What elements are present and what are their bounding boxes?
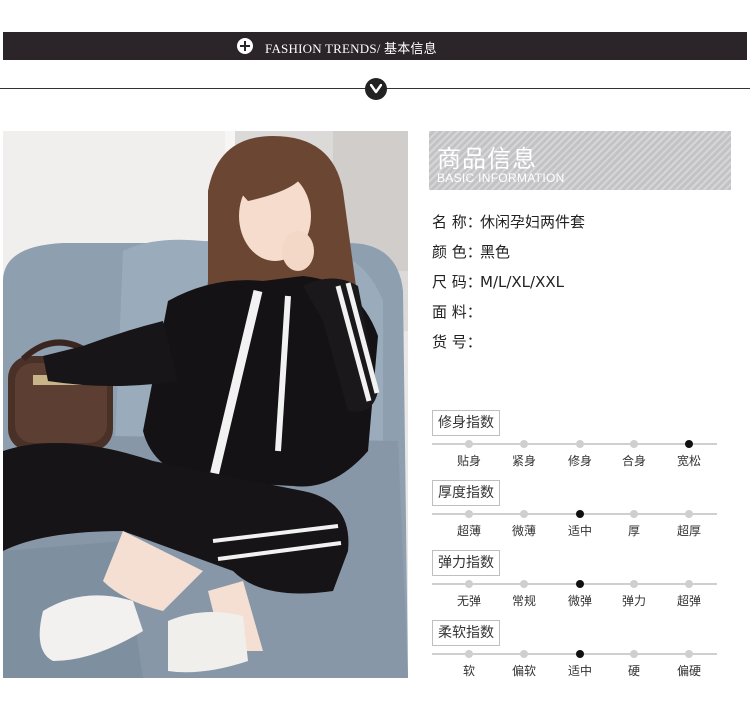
scale-dot [520, 440, 528, 448]
scale-option: 偏软 [511, 664, 536, 678]
attribute-key: 颜 色： [432, 243, 482, 261]
scale-option: 微弹 [567, 594, 592, 608]
scale-option: 无弹 [456, 594, 481, 608]
attribute-key: 名 称： [432, 213, 482, 231]
scale-option: 适中 [567, 524, 592, 538]
attribute-key: 面 料： [432, 303, 482, 321]
basic-info-header: 商品信息 BASIC INFORMATION [429, 131, 731, 190]
plus-circle-icon [237, 38, 253, 54]
scale-option: 超弹 [676, 594, 701, 608]
scale-label: 厚度指数 [432, 480, 500, 506]
attribute-key: 货 号： [432, 333, 482, 351]
scale-dot [465, 580, 473, 588]
scale-option: 硬 [627, 664, 640, 678]
scale-fit: 修身指数 贴身 紧身 修身 合身 宽松 [432, 410, 717, 468]
attribute-value: 休闲孕妇两件套 [480, 213, 586, 231]
section-banner: FASHION TRENDS/ 基本信息 [3, 32, 747, 60]
product-photo [3, 131, 408, 678]
scale-option: 软 [462, 664, 475, 678]
scale-label: 弹力指数 [432, 550, 500, 576]
scale-dot [685, 580, 693, 588]
scale-dot [465, 650, 473, 658]
attribute-value: 黑色 [480, 243, 511, 261]
attribute-row: 尺 码：M/L/XL/XXL [432, 272, 585, 302]
scale-dot [630, 510, 638, 518]
scale-option: 弹力 [621, 594, 646, 608]
scale-option: 适中 [567, 664, 592, 678]
attribute-value: M/L/XL/XXL [480, 273, 565, 291]
banner-title: FASHION TRENDS/ 基本信息 [265, 41, 437, 56]
scale-softness: 柔软指数 软 偏软 适中 硬 偏硬 [432, 620, 717, 678]
scale-thickness: 厚度指数 超薄 微薄 适中 厚 超厚 [432, 480, 717, 538]
scale-option: 紧身 [511, 454, 536, 468]
scale-track [432, 653, 717, 655]
scale-option: 宽松 [676, 454, 701, 468]
scale-dot [685, 650, 693, 658]
scale-option: 合身 [621, 454, 646, 468]
attribute-key: 尺 码： [432, 273, 482, 291]
scale-option: 修身 [567, 454, 592, 468]
scale-dot [576, 510, 584, 518]
header-title-en: BASIC INFORMATION [437, 171, 565, 185]
scale-track [432, 583, 717, 585]
scale-dot [630, 440, 638, 448]
scale-option: 常规 [511, 594, 536, 608]
scale-dot [630, 650, 638, 658]
scale-elasticity: 弹力指数 无弹 常规 微弹 弹力 超弹 [432, 550, 717, 608]
header-title-cn: 商品信息 [437, 145, 537, 173]
scale-option: 微薄 [511, 524, 536, 538]
attribute-row: 面 料： [432, 302, 585, 332]
scale-dot [685, 440, 693, 448]
scale-track [432, 513, 717, 515]
scale-track [432, 443, 717, 445]
scale-dot [520, 580, 528, 588]
scale-dot [465, 510, 473, 518]
scale-dot [685, 510, 693, 518]
attribute-row: 货 号： [432, 332, 585, 362]
scale-dot [576, 650, 584, 658]
scale-dot [576, 440, 584, 448]
scale-dot [576, 580, 584, 588]
chevron-down-icon [365, 78, 387, 100]
scale-label: 柔软指数 [432, 620, 500, 646]
scale-label: 修身指数 [432, 410, 500, 436]
scale-option: 超厚 [676, 524, 701, 538]
scale-dot [520, 510, 528, 518]
scale-dot [465, 440, 473, 448]
attribute-row: 名 称：休闲孕妇两件套 [432, 212, 585, 242]
attribute-list: 名 称：休闲孕妇两件套 颜 色：黑色 尺 码：M/L/XL/XXL 面 料： 货… [432, 212, 585, 362]
scale-option: 超薄 [456, 524, 481, 538]
scale-dot [630, 580, 638, 588]
scale-option: 厚 [627, 524, 640, 538]
scale-option: 偏硬 [676, 664, 701, 678]
scale-option: 贴身 [456, 454, 481, 468]
attribute-row: 颜 色：黑色 [432, 242, 585, 272]
scale-dot [520, 650, 528, 658]
